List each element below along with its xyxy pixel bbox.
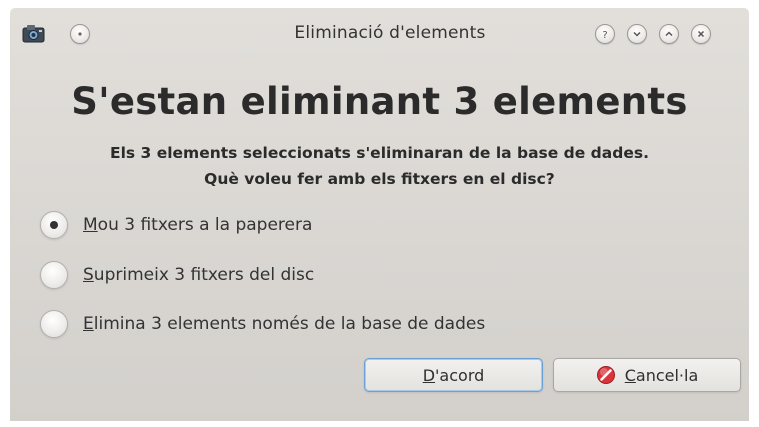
option-move-to-trash-text: ou 3 fitxers a la paperera bbox=[97, 215, 313, 235]
minimize-button[interactable] bbox=[627, 24, 647, 44]
title-bar[interactable]: Eliminació d'elements ? bbox=[10, 8, 749, 60]
cancel-icon bbox=[596, 366, 615, 384]
option-delete-from-disk-label: Suprimeix 3 fitxers del disc bbox=[83, 265, 314, 285]
cancel-button-accel: C bbox=[624, 365, 636, 385]
radio-move-to-trash[interactable] bbox=[40, 211, 68, 239]
window-title: Eliminació d'elements bbox=[294, 23, 486, 43]
app-icon[interactable] bbox=[21, 22, 47, 44]
option-delete-from-disk[interactable]: Suprimeix 3 fitxers del disc bbox=[40, 259, 314, 291]
help-icon: ? bbox=[602, 30, 607, 40]
minimize-icon bbox=[633, 31, 641, 37]
window-menu-icon bbox=[78, 32, 82, 36]
dialog-message-line1: Els 3 elements seleccionats s'eliminaran… bbox=[110, 144, 649, 162]
option-remove-from-database-accel: E bbox=[83, 314, 94, 334]
close-icon bbox=[697, 30, 705, 38]
radio-selected-dot bbox=[50, 221, 58, 229]
option-remove-from-database-text: limina 3 elements només de la base de da… bbox=[93, 314, 486, 334]
option-move-to-trash-label: Mou 3 fitxers a la paperera bbox=[83, 215, 312, 235]
radio-delete-from-disk[interactable] bbox=[40, 261, 68, 289]
close-button[interactable] bbox=[691, 24, 711, 44]
option-remove-from-database-label: Elimina 3 elements només de la base de d… bbox=[83, 314, 485, 334]
cancel-button[interactable]: Cancel·la bbox=[553, 358, 741, 392]
ok-button-text: 'acord bbox=[435, 365, 485, 385]
window-menu-button[interactable] bbox=[70, 24, 90, 44]
dialog-heading: S'estan eliminant 3 elements bbox=[71, 80, 688, 123]
option-delete-from-disk-text: uprimeix 3 fitxers del disc bbox=[93, 265, 315, 285]
svg-text:?: ? bbox=[602, 30, 607, 40]
maximize-icon bbox=[665, 31, 673, 37]
option-move-to-trash-accel: M bbox=[83, 215, 98, 235]
ok-button-label: D'acord bbox=[423, 366, 485, 385]
dialog-window: Eliminació d'elements ? S'estan eliminan… bbox=[10, 8, 749, 421]
option-move-to-trash[interactable]: Mou 3 fitxers a la paperera bbox=[40, 209, 312, 241]
cancel-button-label: Cancel·la bbox=[625, 366, 699, 385]
dialog-message-line2: Què voleu fer amb els fitxers en el disc… bbox=[204, 170, 555, 188]
option-delete-from-disk-accel: S bbox=[83, 265, 94, 285]
maximize-button[interactable] bbox=[659, 24, 679, 44]
radio-remove-from-database[interactable] bbox=[40, 310, 68, 338]
ok-button-accel: D bbox=[422, 365, 436, 385]
ok-button[interactable]: D'acord bbox=[364, 358, 543, 392]
help-button[interactable]: ? bbox=[595, 24, 615, 44]
option-remove-from-database[interactable]: Elimina 3 elements només de la base de d… bbox=[40, 308, 485, 340]
cancel-button-text: ancel·la bbox=[635, 365, 699, 385]
